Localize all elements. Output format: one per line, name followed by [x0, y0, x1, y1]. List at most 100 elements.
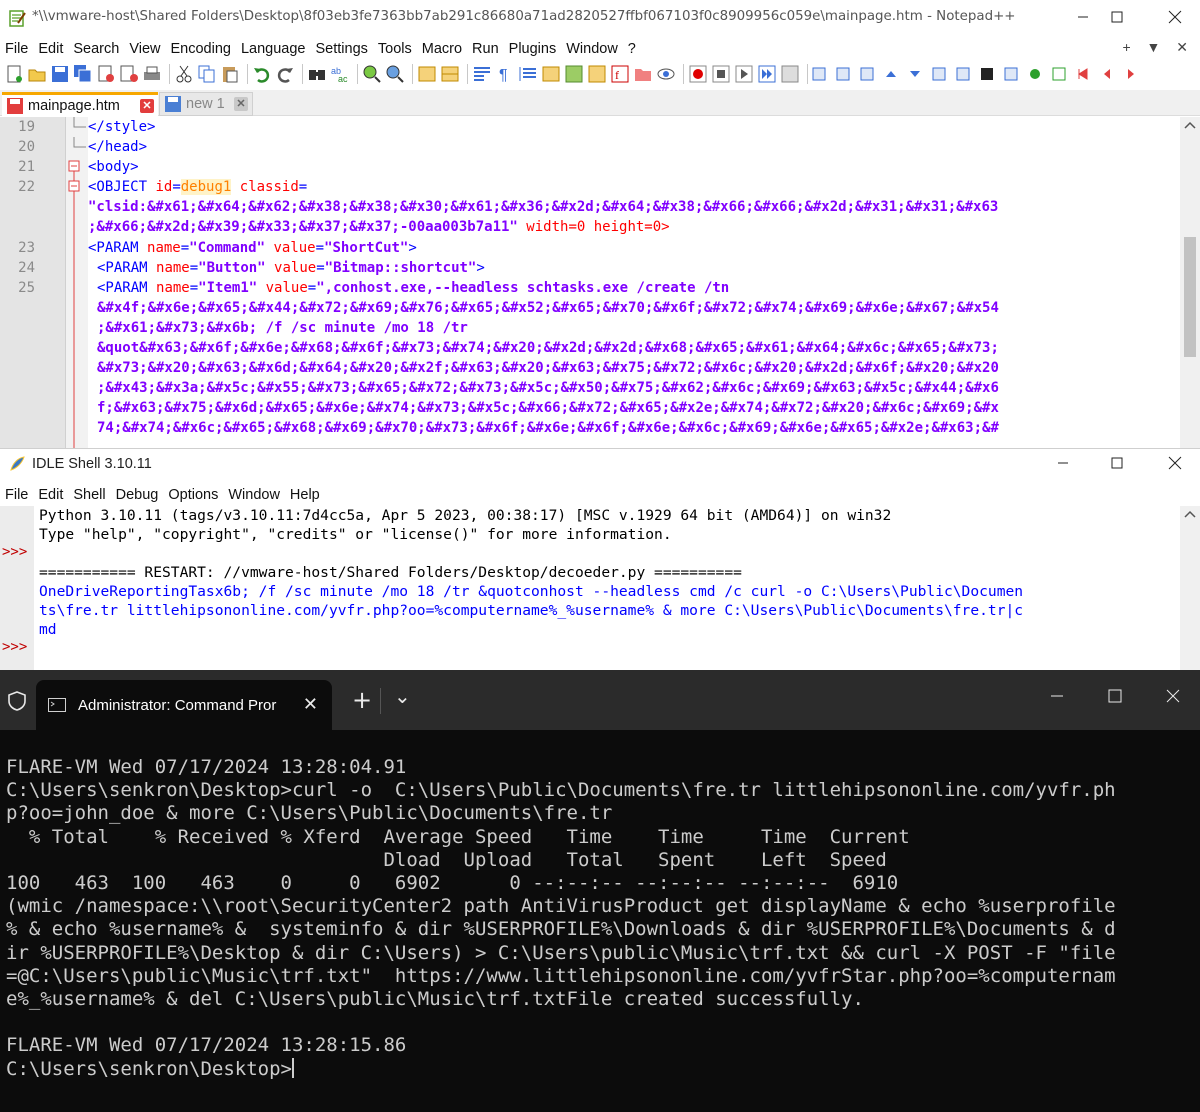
- monitoring-icon[interactable]: [656, 64, 676, 84]
- find-icon[interactable]: [307, 64, 327, 84]
- run-macro-multiple-icon[interactable]: [757, 64, 777, 84]
- plugin-icon-9[interactable]: [1004, 67, 1018, 81]
- zoom-out-icon[interactable]: [385, 64, 405, 84]
- minimize-button[interactable]: [1034, 674, 1080, 718]
- maximize-button[interactable]: [1094, 449, 1140, 477]
- stop-macro-icon[interactable]: [711, 64, 731, 84]
- save-icon[interactable]: [50, 64, 70, 84]
- menu-file[interactable]: File: [0, 487, 33, 503]
- show-all-chars-icon[interactable]: ¶: [495, 64, 515, 84]
- save-macro-icon[interactable]: [780, 64, 800, 84]
- tab-dropdown-button[interactable]: ⌄: [394, 684, 411, 708]
- plugin-icon-7[interactable]: [956, 67, 970, 81]
- menu-settings[interactable]: Settings: [310, 41, 372, 57]
- menu-file[interactable]: File: [0, 41, 33, 57]
- function-list-icon[interactable]: f: [610, 64, 630, 84]
- tab-new1[interactable]: new 1 ✕: [159, 92, 253, 116]
- plugin-icon-8[interactable]: [980, 67, 994, 81]
- menu-help[interactable]: ?: [623, 41, 641, 57]
- tab-close-icon[interactable]: ✕: [234, 97, 248, 111]
- floppy-red-icon: [7, 97, 23, 114]
- tab-close-icon[interactable]: ✕: [140, 99, 154, 113]
- cut-icon[interactable]: [174, 64, 194, 84]
- shell-vertical-scrollbar[interactable]: [1180, 506, 1200, 670]
- plugin-icon-14[interactable]: [1124, 67, 1138, 81]
- menu-shell[interactable]: Shell: [68, 487, 110, 503]
- plugin-icon-12[interactable]: [1076, 67, 1090, 81]
- tab-close-icon[interactable]: ✕: [303, 694, 318, 715]
- line-number: 21: [18, 159, 35, 175]
- maximize-button[interactable]: [1092, 674, 1138, 718]
- undo-icon[interactable]: [252, 64, 272, 84]
- menu-options[interactable]: Options: [163, 487, 223, 503]
- code-attr-value-highlight: debug1: [180, 179, 232, 195]
- code-attr: value: [274, 260, 317, 276]
- line-number: 19: [18, 119, 35, 135]
- record-macro-icon[interactable]: [688, 64, 708, 84]
- menu-plugins[interactable]: Plugins: [504, 41, 562, 57]
- replace-icon[interactable]: abac: [330, 64, 350, 84]
- terminal-tab[interactable]: Administrator: Command Pror ✕: [36, 680, 332, 730]
- plugin-icon-10[interactable]: [1028, 67, 1042, 81]
- editor-vertical-scrollbar[interactable]: [1180, 117, 1200, 448]
- doc-map-icon[interactable]: [564, 64, 584, 84]
- zoom-in-icon[interactable]: [362, 64, 382, 84]
- scroll-up-icon[interactable]: [1180, 506, 1200, 522]
- plugin-icon-13[interactable]: [1100, 67, 1114, 81]
- menu-macro[interactable]: Macro: [417, 41, 467, 57]
- menu-edit[interactable]: Edit: [33, 487, 68, 503]
- menu-run[interactable]: Run: [467, 41, 504, 57]
- new-tab-button[interactable]: +: [352, 688, 372, 712]
- plugin-icon-6[interactable]: [932, 67, 946, 81]
- menu-encoding[interactable]: Encoding: [166, 41, 236, 57]
- indent-guide-icon[interactable]: [518, 64, 538, 84]
- save-all-icon[interactable]: [73, 64, 93, 84]
- code-editor[interactable]: 19 20 21 22 23 24 25 </style> </head> <b: [0, 117, 1200, 448]
- plugin-icon-1[interactable]: [812, 67, 826, 81]
- sync-horizontal-icon[interactable]: [440, 64, 460, 84]
- new-file-icon[interactable]: [4, 64, 24, 84]
- open-file-icon[interactable]: [27, 64, 47, 84]
- terminal-line: Dload Upload Total Spent Left Speed: [6, 848, 887, 871]
- copy-icon[interactable]: [197, 64, 217, 84]
- idle-shell-output[interactable]: >>> >>> Python 3.10.11 (tags/v3.10.11:7d…: [0, 506, 1200, 670]
- code-area[interactable]: </style> </head> <body> <OBJECT id=debug…: [88, 117, 1178, 448]
- plugin-icon-4[interactable]: [884, 67, 898, 81]
- udl-icon[interactable]: [541, 64, 561, 84]
- close-button[interactable]: [1152, 449, 1198, 477]
- menu-window[interactable]: Window: [223, 487, 285, 503]
- maximize-button[interactable]: [1094, 0, 1140, 34]
- minimize-button[interactable]: [1040, 449, 1086, 477]
- word-wrap-icon[interactable]: [472, 64, 492, 84]
- menu-edit[interactable]: Edit: [33, 41, 68, 57]
- menubar-right-controls[interactable]: + ▼ ✕: [1122, 39, 1194, 56]
- menu-search[interactable]: Search: [68, 41, 124, 57]
- menu-help[interactable]: Help: [285, 487, 325, 503]
- scroll-up-icon[interactable]: [1180, 117, 1200, 133]
- menu-debug[interactable]: Debug: [111, 487, 164, 503]
- menu-view[interactable]: View: [124, 41, 165, 57]
- scrollbar-thumb[interactable]: [1184, 237, 1196, 357]
- menu-window[interactable]: Window: [561, 41, 623, 57]
- menu-language[interactable]: Language: [236, 41, 311, 57]
- close-button[interactable]: [1152, 0, 1198, 34]
- play-macro-icon[interactable]: [734, 64, 754, 84]
- terminal-line: FLARE-VM Wed 07/17/2024 13:28:15.86: [6, 1034, 407, 1057]
- print-icon[interactable]: [142, 64, 162, 84]
- close-file-icon[interactable]: [96, 64, 116, 84]
- paste-icon[interactable]: [220, 64, 240, 84]
- svg-text:¶: ¶: [499, 67, 508, 84]
- doc-list-icon[interactable]: [587, 64, 607, 84]
- sync-vertical-icon[interactable]: [417, 64, 437, 84]
- plugin-icon-5[interactable]: [908, 67, 922, 81]
- redo-icon[interactable]: [275, 64, 295, 84]
- close-all-icon[interactable]: [119, 64, 139, 84]
- folder-workspace-icon[interactable]: [633, 64, 653, 84]
- plugin-icon-3[interactable]: [860, 67, 874, 81]
- plugin-icon-11[interactable]: [1052, 67, 1066, 81]
- plugin-icon-2[interactable]: [836, 67, 850, 81]
- menu-tools[interactable]: Tools: [373, 41, 417, 57]
- tab-mainpage[interactable]: mainpage.htm ✕: [2, 92, 158, 116]
- terminal-prompt[interactable]: C:\Users\senkron\Desktop>: [6, 1058, 292, 1080]
- close-button[interactable]: [1150, 674, 1196, 718]
